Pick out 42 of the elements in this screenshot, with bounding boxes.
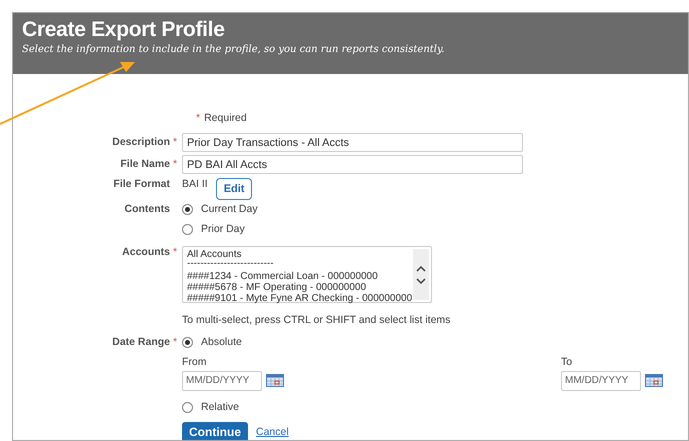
required-note: * Required [196, 112, 247, 124]
hint-text: To multi-select, press CTRL or SHIFT and select list items [182, 314, 452, 328]
calendar-icon[interactable] [266, 374, 284, 388]
list-option[interactable]: #####9101 - Myte Fyne AR Checking - 000000000 [187, 293, 413, 304]
scroll-up-icon[interactable] [416, 264, 426, 272]
date-field[interactable]: MM/DD/YYYY [182, 370, 262, 391]
scroll-down-icon[interactable] [416, 278, 426, 285]
to-label: To [561, 356, 574, 369]
text-field[interactable]: Prior Day Transactions - All Accts [182, 133, 523, 152]
field-label: Date Range [111, 336, 170, 349]
required-marker: * [173, 158, 178, 170]
radio-button[interactable] [182, 402, 193, 413]
radio-button[interactable] [182, 204, 193, 216]
list-option[interactable]: All Accounts [187, 249, 413, 260]
required-marker: * [173, 336, 178, 348]
required-marker: * [173, 246, 178, 258]
accounts-listbox[interactable]: All Accounts -------------------------- ####1234 - Commercial Loan - 000000000 #####5678 - MF Operating - 000000000 #####9101 - Myte Fyne AR Checking - 000000000 [182, 246, 432, 304]
radio-button[interactable] [182, 224, 193, 236]
radio-button[interactable] [182, 336, 193, 348]
cancel-link[interactable]: Cancel [256, 426, 289, 439]
radio-label: Relative [201, 400, 239, 414]
calendar-icon[interactable] [645, 374, 663, 388]
edit-button[interactable]: Edit [216, 178, 252, 200]
page-subtitle: Select the information to include in the profile, so you can run reports consistently. [22, 43, 446, 57]
list-option[interactable]: -------------------------- [187, 260, 413, 268]
field-label: Description [111, 136, 170, 150]
list-option[interactable]: #####5678 - MF Operating - 000000000 [187, 282, 413, 294]
page-title: Create Export Profile [22, 17, 226, 43]
list-option[interactable]: ####1234 - Commercial Loan - 000000000 [187, 271, 413, 282]
radio-label: Current Day [201, 203, 258, 216]
from-label: From [182, 356, 208, 369]
field-label: Accounts [121, 246, 170, 260]
text-field[interactable]: PD BAI All Accts [182, 155, 523, 174]
field-label: File Format [112, 178, 170, 192]
required-marker: * [173, 136, 178, 148]
field-label: File Name [119, 158, 170, 172]
radio-label: Prior Day [201, 223, 245, 236]
continue-button[interactable]: Continue [182, 422, 248, 440]
file-format-value: BAI II [182, 178, 208, 192]
radio-label: Absolute [201, 336, 242, 349]
field-label: Contents [124, 203, 170, 216]
date-field[interactable]: MM/DD/YYYY [561, 370, 641, 391]
